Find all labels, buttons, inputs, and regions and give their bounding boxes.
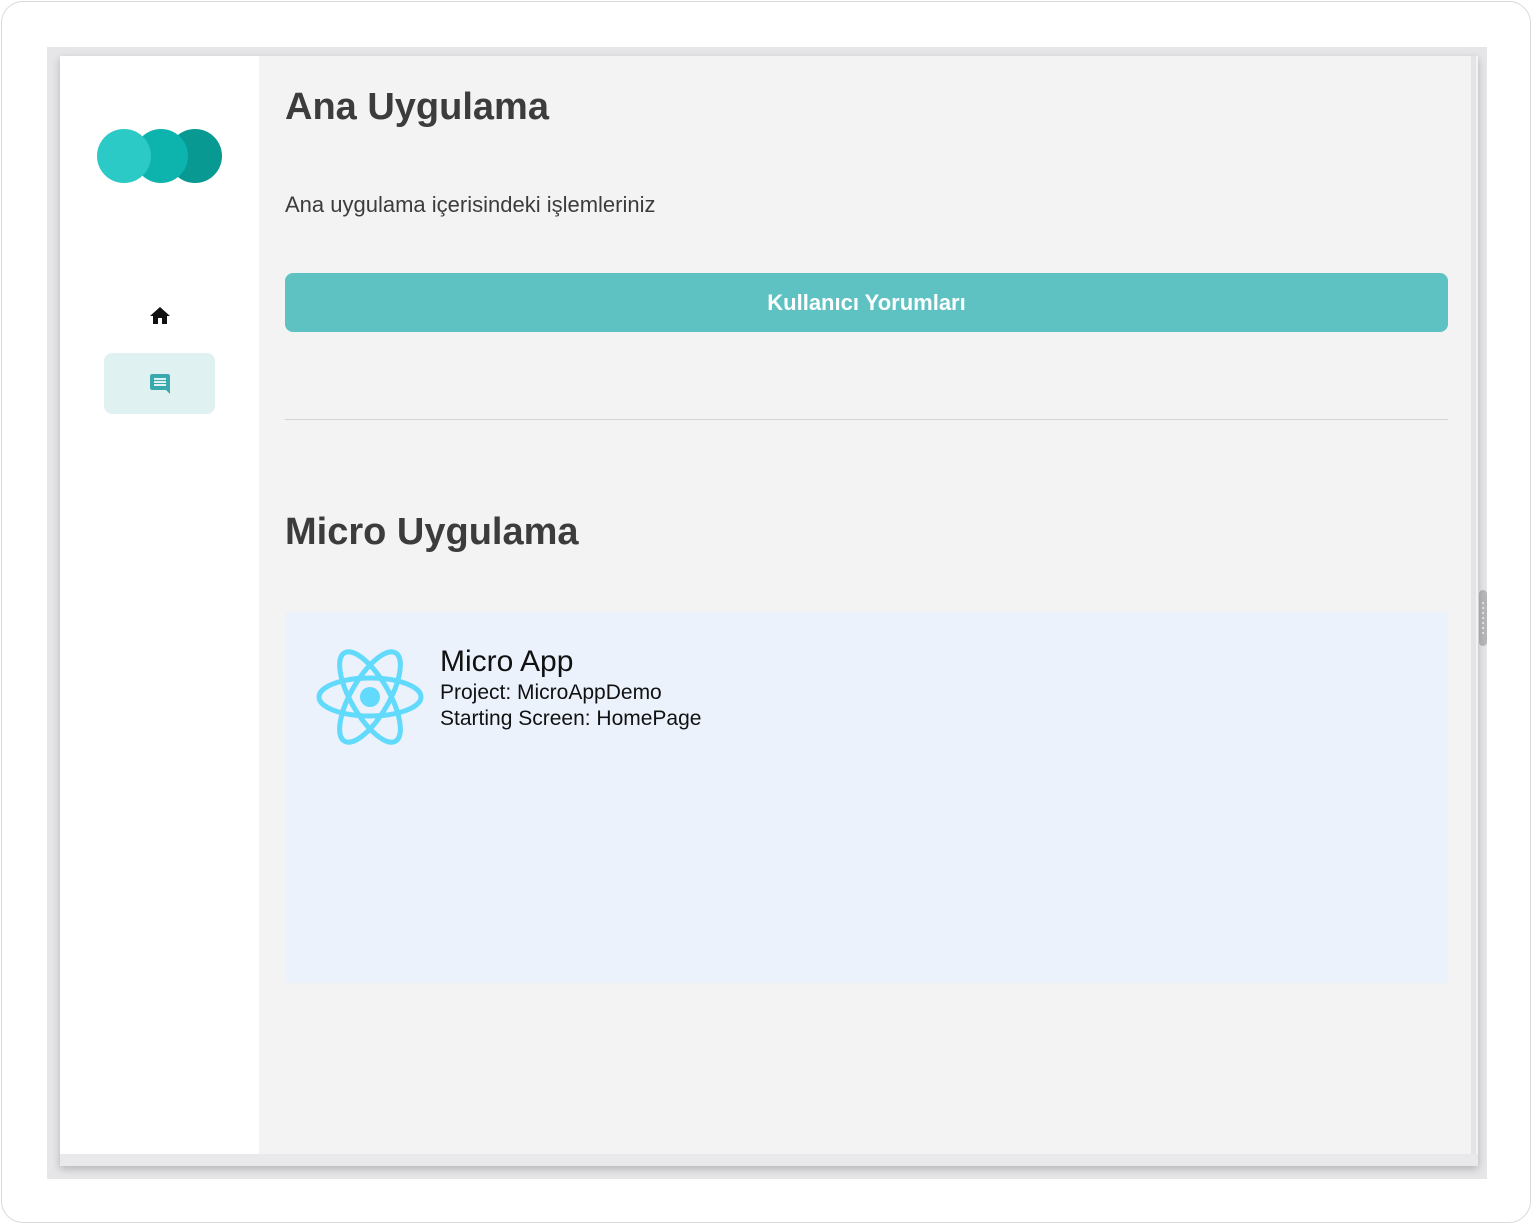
micro-app-project: Project: MicroAppDemo bbox=[440, 681, 662, 704]
sidebar-item-comments[interactable] bbox=[104, 353, 215, 414]
divider bbox=[285, 419, 1448, 420]
comment-icon bbox=[148, 372, 172, 396]
window-resize-handle[interactable] bbox=[1479, 590, 1487, 646]
react-icon bbox=[315, 648, 425, 746]
window-bottom-edge bbox=[60, 1154, 1478, 1166]
page-title: Ana Uygulama bbox=[285, 86, 549, 128]
sidebar-item-home[interactable] bbox=[104, 285, 215, 346]
micro-app-name: Micro App bbox=[440, 645, 574, 678]
logo-circle bbox=[97, 129, 151, 183]
user-comments-button[interactable]: Kullanıcı Yorumları bbox=[285, 273, 1448, 332]
micro-app-starting-screen: Starting Screen: HomePage bbox=[440, 707, 702, 730]
app-logo bbox=[97, 129, 227, 183]
app-window: Ana Uygulama Ana uygulama içerisindeki i… bbox=[60, 56, 1478, 1166]
page-subtitle: Ana uygulama içerisindeki işlemleriniz bbox=[285, 192, 656, 217]
home-icon bbox=[148, 304, 172, 328]
sidebar bbox=[60, 56, 259, 1154]
vertical-scrollbar[interactable] bbox=[1471, 56, 1476, 1154]
micro-app-panel: Micro App Project: MicroAppDemo Starting… bbox=[285, 612, 1448, 983]
micro-app-info: Micro App Project: MicroAppDemo Starting… bbox=[440, 644, 701, 732]
section-title: Micro Uygulama bbox=[285, 511, 579, 553]
